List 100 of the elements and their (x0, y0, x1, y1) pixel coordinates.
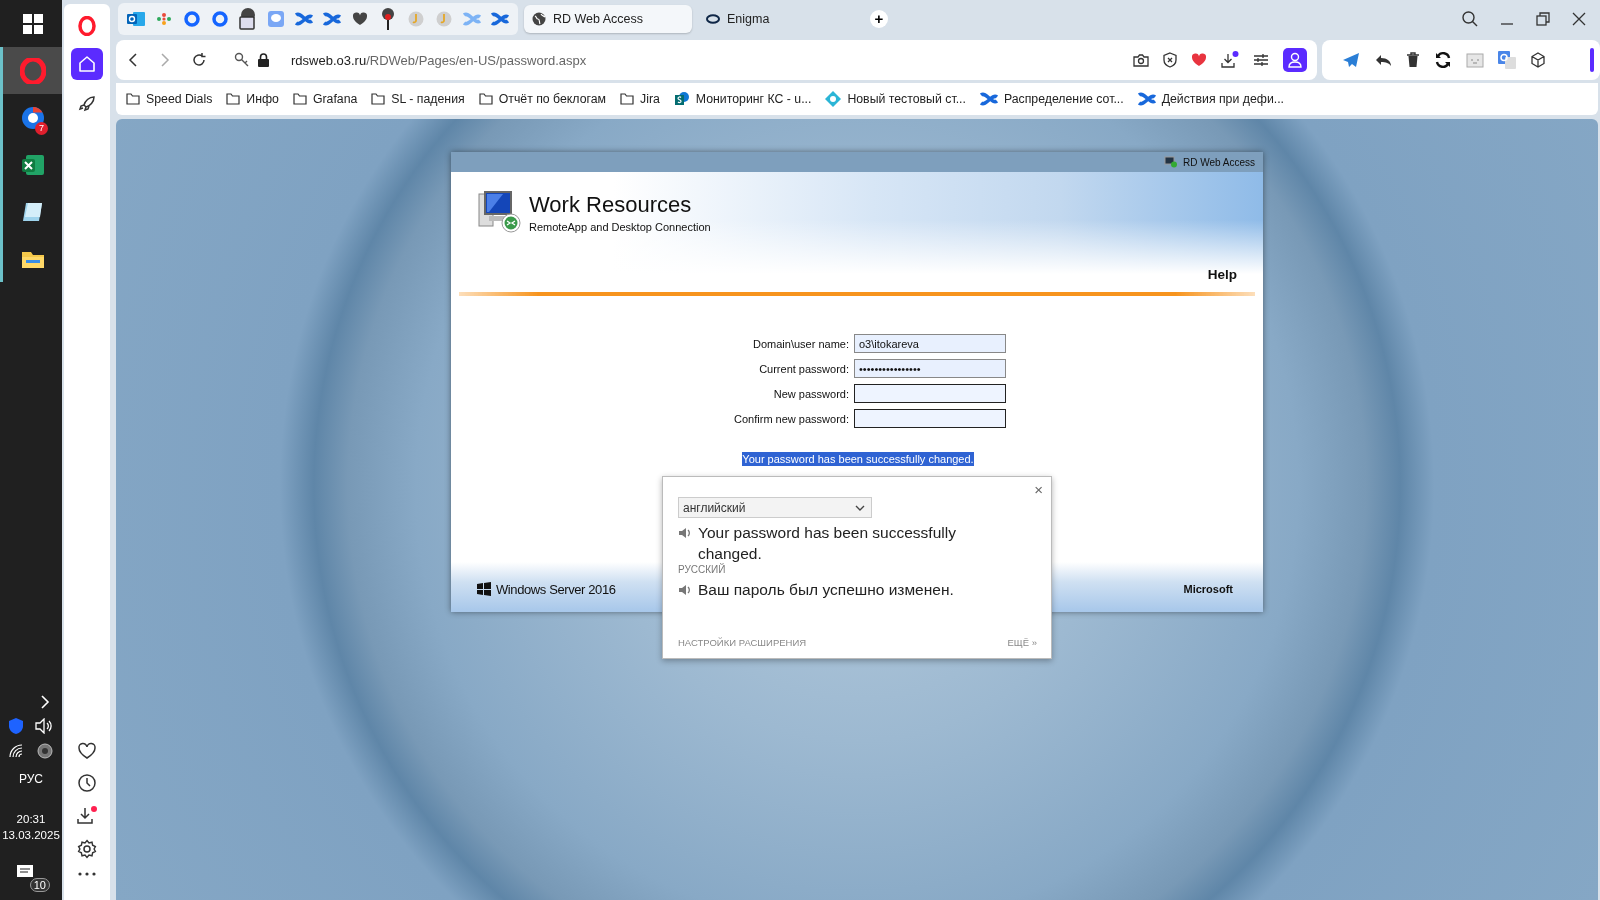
dots-icon (156, 11, 172, 27)
translate-icon[interactable] (1498, 51, 1516, 69)
bookmark[interactable]: Jira (620, 92, 660, 106)
folder-icon (478, 93, 493, 105)
input-field[interactable]: o3\itokareva (854, 334, 1006, 353)
taskbar-app[interactable]: 7 (0, 94, 62, 141)
product-name: Windows Server 2016 (496, 581, 616, 597)
bookmark[interactable]: Новый тестовый ст... (825, 91, 966, 107)
more-link[interactable]: ЕЩЁ » (1007, 637, 1037, 648)
bookmark[interactable]: Отчёт по беклогам (478, 92, 606, 106)
heart-icon[interactable] (77, 742, 97, 760)
speaker-icon[interactable] (35, 718, 53, 734)
language-indicator[interactable]: РУС (19, 772, 43, 786)
download-icon[interactable] (1221, 51, 1239, 69)
field-label: Confirm new password: (733, 412, 849, 425)
chevron-icon (855, 504, 865, 511)
vendor-name: Microsoft (1183, 583, 1233, 595)
help-link[interactable]: Help (1207, 267, 1237, 282)
coin-icon (436, 11, 452, 27)
folder-icon (226, 93, 241, 105)
language-dropdown[interactable]: английский (678, 497, 872, 518)
sync-icon[interactable] (1434, 51, 1452, 69)
diamond-icon (825, 91, 842, 107)
cube-icon[interactable] (1530, 52, 1546, 68)
browser-icon (19, 104, 46, 131)
bookmark[interactable]: Распределение сот... (979, 91, 1124, 107)
heart-icon (352, 12, 368, 26)
key-icon[interactable] (234, 52, 250, 68)
pin-icon (380, 7, 396, 31)
opera-icon[interactable] (78, 16, 96, 36)
shield-icon[interactable] (1163, 52, 1177, 68)
more-icon[interactable] (78, 872, 96, 876)
product-label: RD Web Access (1182, 156, 1255, 168)
clock[interactable]: 20:31 13.03.2025 (2, 811, 60, 843)
browser-tab[interactable]: RD Web Access (524, 5, 692, 33)
bookmark[interactable]: Действия при дефи... (1137, 91, 1284, 107)
input-field[interactable]: •••••••••••••••• (854, 359, 1006, 378)
message-icon[interactable] (16, 864, 34, 880)
field-label: New password: (772, 387, 849, 400)
cross-icon (463, 11, 481, 27)
cross-icon (979, 91, 998, 107)
cross-icon (323, 11, 341, 27)
paper-plane-icon[interactable] (1342, 52, 1360, 68)
home-icon (78, 55, 96, 73)
sliders-icon[interactable] (1253, 53, 1269, 67)
network-icon[interactable] (9, 744, 25, 758)
back-icon[interactable] (128, 53, 138, 67)
ring-icon (212, 11, 228, 27)
undo-icon[interactable] (1374, 53, 1392, 67)
browser-tab[interactable]: Enigma (698, 5, 866, 33)
search-icon[interactable] (1462, 11, 1478, 27)
chat-icon (268, 11, 284, 27)
folder-icon (292, 93, 307, 105)
input-field[interactable] (854, 384, 1006, 403)
coin-icon (408, 11, 424, 27)
sidebar-toggle[interactable] (1590, 48, 1594, 72)
download-icon[interactable] (76, 806, 98, 826)
bookmark[interactable]: Инфо (226, 92, 279, 106)
person-icon (1288, 52, 1302, 68)
lock-icon[interactable] (258, 53, 269, 67)
settings-link[interactable]: НАСТРОЙКИ РАСШИРЕНИЯ (678, 637, 807, 648)
bookmark[interactable]: SL - падения (371, 92, 465, 106)
settings-icon[interactable] (77, 839, 97, 859)
restore-icon[interactable] (1536, 12, 1550, 26)
trash-icon[interactable] (1406, 52, 1420, 68)
sidebar-item[interactable] (71, 48, 103, 80)
disc-icon[interactable] (37, 743, 53, 759)
folder-icon (371, 93, 386, 105)
target-language: РУССКИЙ (678, 564, 726, 575)
folder-icon (620, 93, 634, 105)
notification-count: 10 (29, 878, 50, 892)
field-label: Current password: (758, 362, 849, 375)
close-button[interactable]: × (1034, 481, 1043, 498)
new-tab-button[interactable]: + (870, 10, 888, 28)
input-field[interactable] (854, 409, 1006, 428)
bookmark[interactable]: Grafana (292, 92, 358, 106)
cross-icon (1137, 91, 1156, 107)
ring-icon (184, 11, 200, 27)
bookmark[interactable]: Мониторинг КС - u... (673, 91, 812, 107)
ring-icon (706, 14, 720, 24)
opera-icon (19, 57, 46, 84)
notification-badge: 7 (35, 122, 48, 135)
bookmark[interactable]: Speed Dials (126, 92, 213, 106)
clock-icon[interactable] (77, 773, 97, 793)
computer-icon (1163, 156, 1178, 168)
windows-icon (22, 13, 43, 34)
rocket-icon (78, 95, 96, 113)
camera-icon[interactable] (1133, 53, 1149, 67)
reload-icon[interactable] (192, 53, 206, 67)
url-text[interactable]: rdsweb.o3.ru/RDWeb/Pages/en-US/password.aspx (291, 52, 587, 68)
chevron-icon[interactable] (40, 695, 50, 709)
success-message: Your password has been successfully changed. (742, 452, 974, 466)
remote-desktop-icon (477, 190, 523, 234)
source-text: Your password has been successfully changed. (698, 523, 957, 564)
page-title: Work Resources (529, 191, 693, 218)
cross-icon (295, 11, 313, 27)
sharepoint-icon (673, 91, 690, 107)
cross-icon (491, 11, 509, 27)
close-icon[interactable] (1572, 12, 1586, 26)
profile-button[interactable] (1283, 48, 1307, 72)
